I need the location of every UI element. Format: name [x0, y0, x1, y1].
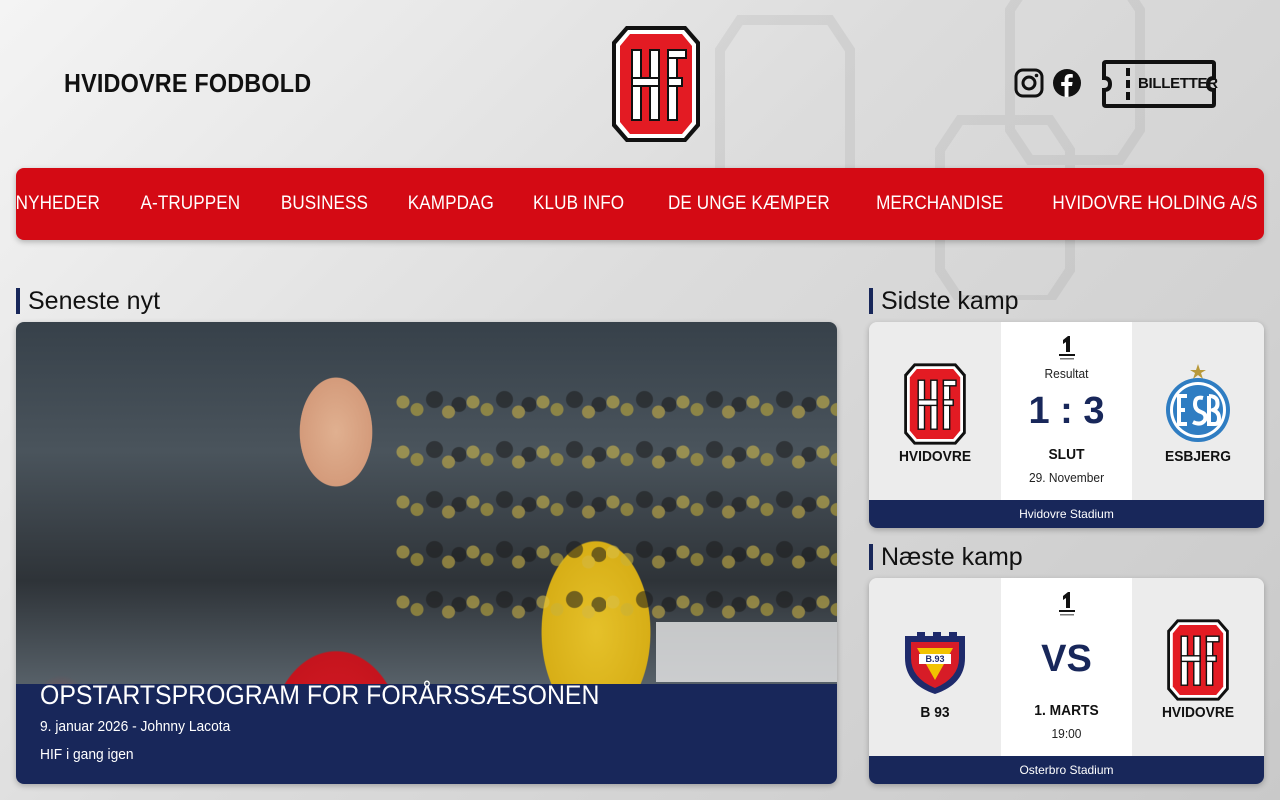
b93-logo: B.93	[905, 632, 965, 694]
nav-item-klub-info[interactable]: KLUB INFO	[533, 193, 624, 215]
division-logo	[1059, 592, 1075, 616]
nav-item-merchandise[interactable]: MERCHANDISE	[876, 193, 1003, 215]
match-score: 1 : 3	[1028, 390, 1105, 432]
main-navigation: NYHEDER A-TRUPPEN BUSINESS KAMPDAG KLUB …	[16, 168, 1264, 240]
match-date: 1. MARTS	[1034, 702, 1099, 719]
tickets-button[interactable]: BILLETTER	[1102, 60, 1218, 108]
division-logo	[1059, 336, 1075, 360]
nav-item-nyheder[interactable]: NYHEDER	[16, 193, 100, 215]
hvidovre-logo	[904, 363, 966, 445]
esbjerg-logo	[1166, 364, 1230, 442]
home-team-name: B 93	[920, 704, 950, 721]
away-team: HVIDOVRE	[1132, 578, 1264, 756]
away-team: ESBJERG	[1132, 322, 1264, 500]
news-meta: 9. januar 2026 - Johnny Lacota	[40, 718, 231, 735]
site-title[interactable]: HVIDOVRE FODBOLD	[64, 68, 311, 99]
match-result: Resultat 1 : 3 SLUT 29. November	[1001, 322, 1132, 500]
home-team-name: HVIDOVRE	[898, 448, 972, 465]
away-team-name: ESBJERG	[1165, 448, 1231, 465]
nav-item-kampdag[interactable]: KAMPDAG	[407, 193, 493, 215]
home-team: B.93 B 93	[869, 578, 1001, 756]
nav-item-a-truppen[interactable]: A-TRUPPEN	[140, 193, 240, 215]
venue-bar: Osterbro Stadium	[869, 756, 1264, 784]
result-label: Resultat	[1044, 366, 1089, 381]
last-match-heading: Sidste kamp	[869, 288, 1019, 314]
match-preview: VS 1. MARTS 19:00	[1001, 578, 1132, 756]
facebook-icon[interactable]	[1052, 68, 1082, 98]
next-match-heading: Næste kamp	[869, 544, 1023, 570]
nav-item-business[interactable]: BUSINESS	[280, 193, 367, 215]
instagram-icon[interactable]	[1014, 68, 1044, 98]
news-photo	[16, 322, 837, 692]
away-team-name: HVIDOVRE	[1161, 704, 1235, 721]
nav-item-hvidovre-holding[interactable]: HVIDOVRE HOLDING A/S	[1052, 193, 1257, 215]
hvidovre-logo	[1167, 619, 1229, 701]
news-subtitle: HIF i gang igen	[40, 746, 134, 763]
club-logo[interactable]	[610, 24, 702, 144]
tickets-label: BILLETTER	[1138, 75, 1218, 92]
news-card[interactable]: OPSTARTSPROGRAM FOR FORÅRSSÆSONEN 9. jan…	[16, 322, 837, 784]
match-status: SLUT	[1048, 446, 1085, 463]
news-headline[interactable]: OPSTARTSPROGRAM FOR FORÅRSSÆSONEN	[40, 680, 599, 711]
match-date: 29. November	[1028, 470, 1105, 485]
versus-label: VS	[1041, 638, 1092, 680]
next-match-card[interactable]: B.93 B 93 VS 1. MARTS 19:00 HVIDOVRE Ost…	[869, 578, 1264, 784]
nav-item-de-unge-kaemper[interactable]: DE UNGE KÆMPER	[668, 193, 830, 215]
match-time: 19:00	[1051, 726, 1082, 741]
last-match-card[interactable]: HVIDOVRE Resultat 1 : 3 SLUT 29. Novembe…	[869, 322, 1264, 528]
venue-bar: Hvidovre Stadium	[869, 500, 1264, 528]
latest-news-heading: Seneste nyt	[16, 288, 160, 314]
svg-text:B.93: B.93	[925, 654, 944, 664]
home-team: HVIDOVRE	[869, 322, 1001, 500]
background-watermark	[715, 0, 1145, 300]
